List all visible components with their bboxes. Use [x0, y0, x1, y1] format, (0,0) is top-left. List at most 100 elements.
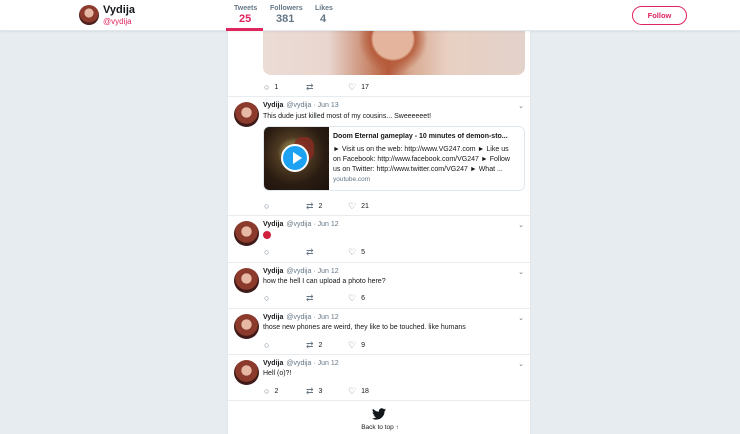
like-button[interactable]: ♡ 6	[348, 294, 365, 303]
heart-icon: ♡	[348, 247, 357, 257]
retweet-icon: ⇄	[306, 293, 314, 303]
chevron-down-icon[interactable]: ⌄	[518, 221, 524, 229]
retweet-button[interactable]: ⇄ 3	[306, 387, 322, 396]
like-button[interactable]: ♡ 21	[348, 202, 369, 211]
tweet-author-name[interactable]: Vydija	[263, 360, 283, 367]
retweet-count: 2	[318, 342, 323, 349]
profile-avatar[interactable]	[79, 5, 99, 25]
like-count: 6	[361, 295, 365, 302]
tweet-author-name[interactable]: Vydija	[263, 221, 283, 228]
play-icon[interactable]	[281, 144, 309, 172]
avatar[interactable]	[234, 360, 259, 385]
retweet-icon: ⇄	[306, 247, 314, 257]
tweet-meta[interactable]: @vydija · Jun 12	[286, 314, 338, 321]
reply-icon: ○	[264, 82, 270, 92]
stat-likes-count: 4	[320, 13, 327, 25]
stat-likes[interactable]: Likes 4	[315, 5, 333, 25]
retweet-icon: ⇄	[306, 340, 314, 350]
avatar[interactable]	[234, 221, 259, 246]
heart-icon: ♡	[348, 386, 357, 396]
reply-icon: ○	[264, 386, 270, 396]
tweet-text: those new phones are weird, they like to…	[263, 324, 466, 331]
like-button[interactable]: ♡ 5	[348, 248, 365, 257]
tweet-header: Vydija @vydija · Jun 12	[263, 360, 339, 367]
twitter-bird-icon[interactable]	[372, 408, 386, 420]
reply-icon: ○	[264, 201, 270, 211]
like-button[interactable]: ♡ 9	[348, 341, 365, 350]
card-desc-line: on Facebook: http://www.facebook.com/VG2…	[333, 156, 510, 163]
avatar[interactable]	[234, 102, 259, 127]
retweet-count: 2	[318, 203, 323, 210]
like-count: 5	[361, 249, 365, 256]
chevron-down-icon[interactable]: ⌄	[518, 102, 524, 110]
reply-button[interactable]: ○ 1	[264, 83, 278, 92]
tweet-meta[interactable]: @vydija · Jun 12	[286, 360, 338, 367]
card-desc-line: ► Visit us on the web: http://www.VG247.…	[333, 146, 509, 153]
tweet-header: Vydija @vydija · Jun 12	[263, 221, 339, 228]
card-domain: youtube.com	[333, 176, 371, 183]
avatar[interactable]	[234, 314, 259, 339]
tweet-header: Vydija @vydija · Jun 13	[263, 102, 339, 109]
reply-count: 1	[274, 84, 279, 91]
tweet-text: This dude just killed most of my cousins…	[263, 113, 432, 120]
link-card[interactable]: Doom Eternal gameplay - 10 minutes of de…	[263, 126, 525, 191]
like-count: 17	[361, 84, 369, 91]
tweet-author-name[interactable]: Vydija	[263, 102, 283, 109]
card-title: Doom Eternal gameplay - 10 minutes of de…	[333, 133, 508, 140]
like-count: 9	[361, 342, 365, 349]
reply-icon: ○	[264, 293, 270, 303]
heart-icon: ♡	[348, 82, 357, 92]
like-button[interactable]: ♡ 17	[348, 83, 369, 92]
card-desc-line: us on Twitter: http://www.twitter.com/VG…	[333, 166, 503, 173]
stat-followers-label: Followers	[270, 5, 303, 12]
red-circle-emoji-icon	[263, 231, 271, 239]
follow-button[interactable]: Follow	[632, 6, 687, 25]
reply-button[interactable]: ○	[264, 202, 274, 211]
tweet-text: Hell (o)?!	[263, 370, 292, 377]
stat-tweets-label: Tweets	[234, 5, 258, 12]
profile-handle[interactable]: @vydija	[103, 17, 132, 26]
tweet-meta[interactable]: @vydija · Jun 13	[286, 102, 338, 109]
reply-button[interactable]: ○	[264, 341, 274, 350]
like-count: 21	[361, 203, 369, 210]
back-to-top-link[interactable]: Back to top ↑	[330, 424, 430, 431]
retweet-button[interactable]: ⇄ 2	[306, 202, 322, 211]
reply-button[interactable]: ○	[264, 248, 274, 257]
retweet-button[interactable]: ⇄ 2	[306, 341, 322, 350]
retweet-button[interactable]: ⇄	[306, 248, 319, 257]
retweet-icon: ⇄	[306, 386, 314, 396]
retweet-count: 3	[318, 388, 323, 395]
retweet-button[interactable]: ⇄	[306, 83, 319, 92]
chevron-down-icon[interactable]: ⌄	[518, 360, 524, 368]
avatar[interactable]	[234, 268, 259, 293]
reply-icon: ○	[264, 247, 270, 257]
like-count: 18	[361, 388, 369, 395]
profile-header: Vydija @vydija Tweets 25 Followers 381 L…	[0, 0, 740, 31]
stat-followers-count: 381	[276, 13, 295, 25]
profile-name[interactable]: Vydija	[103, 4, 135, 16]
stat-tweets[interactable]: Tweets 25	[234, 5, 257, 25]
chevron-down-icon[interactable]: ⌄	[518, 268, 524, 276]
tweet-meta[interactable]: @vydija · Jun 12	[286, 221, 338, 228]
reply-button[interactable]: ○	[264, 294, 274, 303]
tweet-author-name[interactable]: Vydija	[263, 314, 283, 321]
reply-count: 2	[274, 388, 279, 395]
chevron-down-icon[interactable]: ⌄	[518, 314, 524, 322]
heart-icon: ♡	[348, 201, 357, 211]
tweet-author-name[interactable]: Vydija	[263, 268, 283, 275]
heart-icon: ♡	[348, 293, 357, 303]
stat-followers[interactable]: Followers 381	[270, 5, 303, 25]
retweet-icon: ⇄	[306, 201, 314, 211]
stat-likes-label: Likes	[315, 5, 333, 12]
stat-tweets-count: 25	[239, 13, 252, 25]
reply-icon: ○	[264, 340, 270, 350]
tweet-meta[interactable]: @vydija · Jun 12	[286, 268, 338, 275]
like-button[interactable]: ♡ 18	[348, 387, 369, 396]
reply-button[interactable]: ○ 2	[264, 387, 278, 396]
card-description: ► Visit us on the web: http://www.VG247.…	[333, 145, 521, 175]
tweet-text: how the hell I can upload a photo here?	[263, 278, 386, 285]
heart-icon: ♡	[348, 340, 357, 350]
tweet-header: Vydija @vydija · Jun 12	[263, 314, 339, 321]
retweet-button[interactable]: ⇄	[306, 294, 319, 303]
retweet-icon: ⇄	[306, 82, 314, 92]
